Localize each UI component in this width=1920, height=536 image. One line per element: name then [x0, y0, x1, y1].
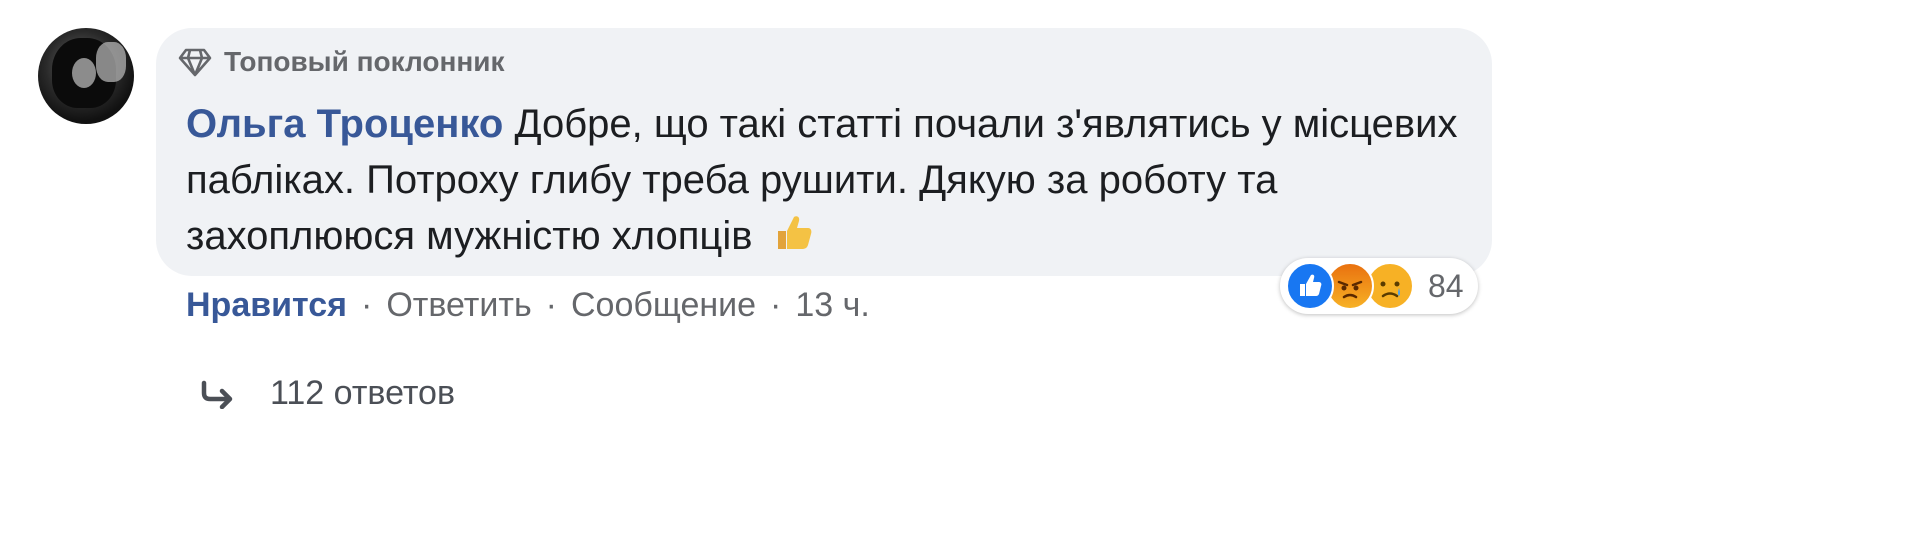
top-fan-badge: Топовый поклонник [178, 46, 505, 78]
reply-button[interactable]: Ответить [386, 286, 531, 325]
comment-timestamp[interactable]: 13 ч. [795, 286, 869, 325]
action-separator: · [545, 286, 557, 324]
reply-arrow-icon [201, 380, 233, 409]
comment-actions: Нравится · Ответить · Сообщение · 13 ч. [186, 286, 870, 325]
thumbs-up-emoji-icon [772, 209, 816, 268]
action-separator: · [361, 286, 373, 324]
comment-body: Ольга Троценко Добре, що такі статті поч… [186, 96, 1466, 268]
view-replies-link[interactable]: 112 ответов [200, 374, 455, 413]
action-separator: · [770, 286, 782, 324]
replies-count-label: 112 ответов [270, 374, 456, 412]
badge-label: Топовый поклонник [224, 46, 505, 77]
diamond-icon [178, 48, 212, 77]
avatar[interactable] [38, 28, 134, 124]
message-button[interactable]: Сообщение [571, 286, 756, 325]
reactions-summary[interactable]: 84 [1280, 258, 1478, 314]
like-button[interactable]: Нравится [186, 286, 347, 325]
avatar-photo-face [72, 58, 96, 88]
comment-author[interactable]: Ольга Троценко [186, 102, 503, 146]
avatar-photo-light [96, 42, 126, 82]
like-icon [1286, 262, 1334, 310]
reaction-count: 84 [1428, 267, 1464, 304]
